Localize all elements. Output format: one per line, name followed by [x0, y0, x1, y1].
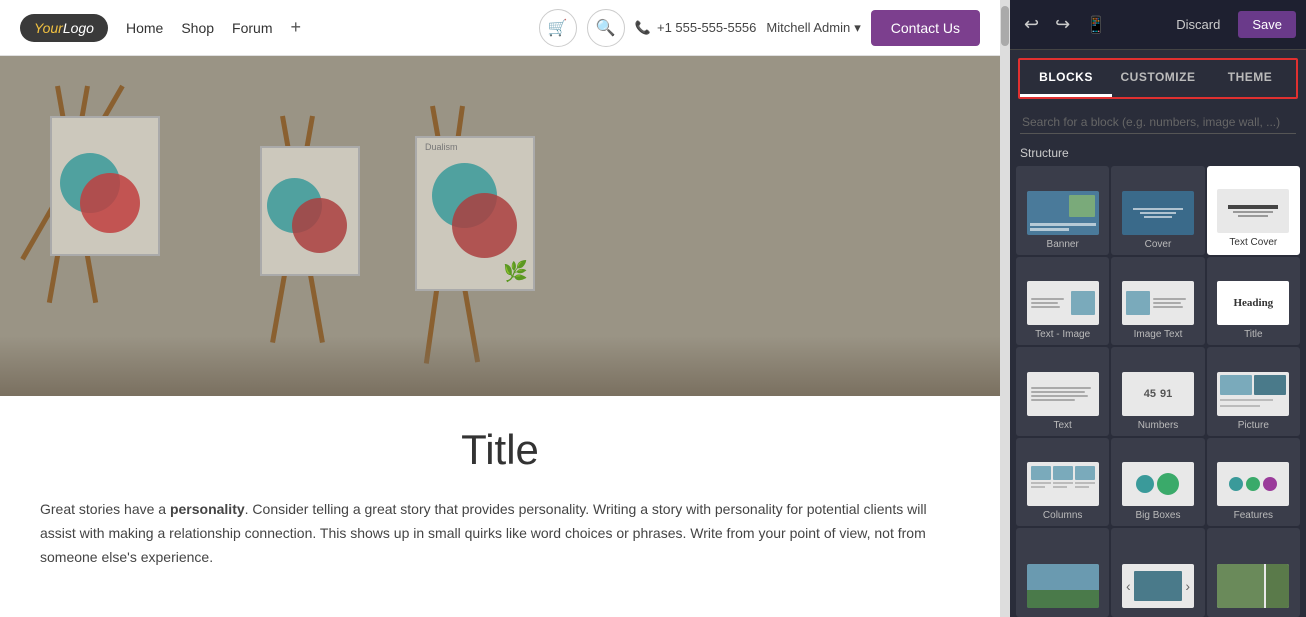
- block-columns-thumb: [1027, 462, 1099, 506]
- block-landscape[interactable]: [1016, 528, 1109, 617]
- block-cover-thumb: [1122, 191, 1194, 235]
- admin-name: Mitchell Admin: [766, 20, 850, 35]
- hero-section: Dualism 🌿: [0, 56, 1000, 396]
- undo-button[interactable]: ↩: [1020, 10, 1043, 39]
- block-image-text-label: Image Text: [1134, 329, 1183, 340]
- block-title-label: Title: [1244, 329, 1263, 340]
- block-landscape-thumb: [1027, 564, 1099, 608]
- block-image-text[interactable]: Image Text: [1111, 257, 1204, 346]
- right-panel: ↩ ↪ 📱 Discard Save BLOCKS CUSTOMIZE THEM…: [1010, 0, 1306, 617]
- block-picture[interactable]: Picture: [1207, 347, 1300, 436]
- block-big-boxes-label: Big Boxes: [1135, 510, 1180, 521]
- block-text-cover[interactable]: Text Cover: [1207, 166, 1300, 255]
- block-features[interactable]: Features: [1207, 438, 1300, 527]
- block-text-cover-label: Text Cover: [1229, 237, 1277, 248]
- tab-blocks[interactable]: BLOCKS: [1020, 60, 1112, 97]
- tab-customize[interactable]: CUSTOMIZE: [1112, 60, 1204, 97]
- block-image-text-thumb: [1122, 281, 1194, 325]
- block-numbers-label: Numbers: [1138, 420, 1179, 431]
- block-text-cover-thumb: [1217, 189, 1289, 233]
- block-title[interactable]: Heading Title: [1207, 257, 1300, 346]
- discard-button[interactable]: Discard: [1166, 11, 1230, 38]
- slider-right-arrow-icon: ›: [1185, 578, 1190, 594]
- block-text-thumb: [1027, 372, 1099, 416]
- nav-home[interactable]: Home: [126, 20, 163, 36]
- block-columns[interactable]: Columns: [1016, 438, 1109, 527]
- block-slider-thumb: ‹ ›: [1122, 564, 1194, 608]
- block-picture-label: Picture: [1238, 420, 1269, 431]
- block-cover-label: Cover: [1145, 239, 1172, 250]
- phone-number: +1 555-555-5556: [657, 20, 756, 35]
- blocks-grid: Banner Cover: [1010, 166, 1306, 617]
- tab-theme[interactable]: THEME: [1204, 60, 1296, 97]
- main-scrollbar[interactable]: [1000, 0, 1010, 617]
- block-numbers-thumb: 45 91: [1122, 372, 1194, 416]
- block-banner-label: Banner: [1047, 239, 1079, 250]
- block-slider[interactable]: ‹ ›: [1111, 528, 1204, 617]
- block-big-boxes[interactable]: Big Boxes: [1111, 438, 1204, 527]
- painting-left: [50, 116, 160, 256]
- slider-preview: [1134, 571, 1183, 601]
- nav-shop[interactable]: Shop: [181, 20, 214, 36]
- admin-chevron-icon: ▾: [854, 20, 861, 36]
- panel-toolbar: ↩ ↪ 📱 Discard Save: [1010, 0, 1306, 50]
- hero-canvas: Dualism 🌿: [0, 56, 1000, 396]
- block-search-input[interactable]: [1020, 111, 1296, 134]
- block-banner-thumb: [1027, 191, 1099, 235]
- block-title-thumb: Heading: [1217, 281, 1289, 325]
- redo-button[interactable]: ↪: [1051, 10, 1074, 39]
- panel-search: [1010, 107, 1306, 142]
- cart-icon[interactable]: 🛒: [539, 9, 577, 47]
- body-text: Great stories have a personality. Consid…: [40, 498, 960, 569]
- floor-gradient: [0, 336, 1000, 396]
- search-icon[interactable]: 🔍: [587, 9, 625, 47]
- navbar: YourLogo Home Shop Forum + 🛒 🔍 📞 +1 555-…: [0, 0, 1000, 56]
- block-text-image-label: Text - Image: [1035, 329, 1090, 340]
- contact-button[interactable]: Contact Us: [871, 10, 980, 46]
- panel-tabs: BLOCKS CUSTOMIZE THEME: [1018, 58, 1298, 99]
- block-features-label: Features: [1234, 510, 1273, 521]
- block-landscape2[interactable]: [1207, 528, 1300, 617]
- painting-mid: [260, 146, 360, 276]
- nav-links: Home Shop Forum +: [126, 17, 301, 38]
- block-landscape2-thumb: [1217, 564, 1289, 608]
- nav-forum[interactable]: Forum: [232, 20, 272, 36]
- painting-right: Dualism 🌿: [415, 136, 535, 291]
- block-features-thumb: [1217, 462, 1289, 506]
- block-text[interactable]: Text: [1016, 347, 1109, 436]
- block-cover[interactable]: Cover: [1111, 166, 1204, 255]
- phone-icon: 📞: [635, 20, 651, 36]
- block-big-boxes-thumb: [1122, 462, 1194, 506]
- nav-icons: 🛒 🔍 📞 +1 555-555-5556 Mitchell Admin ▾ C…: [539, 9, 980, 47]
- slider-left-arrow-icon: ‹: [1126, 578, 1131, 594]
- page-title: Title: [40, 426, 960, 474]
- structure-label: Structure: [1010, 142, 1306, 166]
- logo[interactable]: YourLogo: [20, 14, 108, 42]
- nav-add[interactable]: +: [290, 17, 301, 38]
- block-banner[interactable]: Banner: [1016, 166, 1109, 255]
- block-text-label: Text: [1053, 420, 1071, 431]
- block-text-image[interactable]: Text - Image: [1016, 257, 1109, 346]
- phone-section: 📞 +1 555-555-5556: [635, 20, 757, 36]
- content-section: Title Great stories have a personality. …: [0, 396, 1000, 617]
- admin-section[interactable]: Mitchell Admin ▾: [766, 20, 860, 36]
- block-text-image-thumb: [1027, 281, 1099, 325]
- device-preview-button[interactable]: 📱: [1082, 11, 1110, 39]
- save-button[interactable]: Save: [1238, 11, 1296, 38]
- block-picture-thumb: [1217, 372, 1289, 416]
- block-numbers[interactable]: 45 91 Numbers: [1111, 347, 1204, 436]
- block-columns-label: Columns: [1043, 510, 1082, 521]
